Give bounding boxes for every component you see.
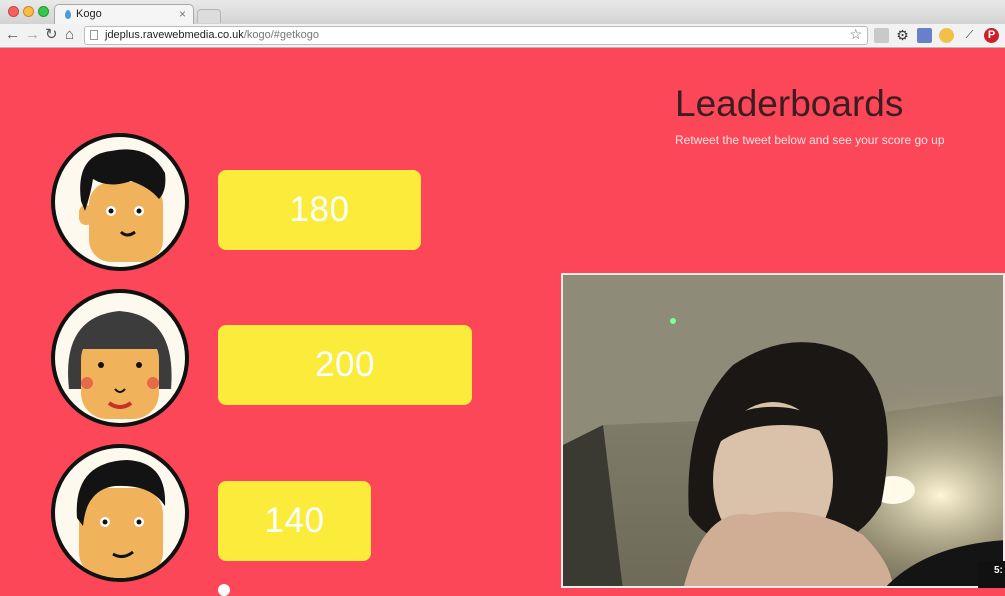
url-path: /kogo/#getkogo	[243, 29, 320, 41]
zoom-window-button[interactable]	[38, 6, 49, 17]
man-side-part-avatar	[51, 444, 189, 582]
reload-icon[interactable]: ↻	[45, 26, 58, 44]
back-icon[interactable]: ←	[5, 26, 20, 44]
url-text: jdeplus.ravewebmedia.co.uk/kogo/#getkogo	[105, 29, 319, 41]
address-bar[interactable]: jdeplus.ravewebmedia.co.uk/kogo/#getkogo…	[84, 26, 868, 45]
gear-icon[interactable]: ⚙	[895, 28, 910, 43]
close-window-button[interactable]	[8, 6, 19, 17]
boy-black-hair-avatar	[51, 133, 189, 271]
player-score: 180	[218, 170, 421, 250]
webcam-video-overlay	[561, 273, 1005, 588]
eyedropper-icon[interactable]: ⟋	[962, 28, 977, 43]
minimize-window-button[interactable]	[23, 6, 34, 17]
leaderboards-subtitle: Retweet the tweet below and see your sco…	[675, 133, 945, 147]
kogo-favicon-icon	[65, 10, 71, 19]
browser-toolbar: ← → ↻ ⌂ jdeplus.ravewebmedia.co.uk/kogo/…	[0, 24, 1005, 48]
php-extension-icon[interactable]	[917, 28, 932, 43]
page-icon	[90, 30, 98, 40]
url-host: jdeplus.ravewebmedia.co.uk	[105, 29, 244, 41]
leaderboards-heading: Leaderboards	[675, 83, 904, 124]
smiley-extension-icon[interactable]	[939, 28, 954, 43]
browser-tab[interactable]: Kogo ×	[54, 4, 194, 24]
video-timestamp: 5:	[978, 561, 1005, 588]
girl-bob-hair-avatar	[51, 289, 189, 427]
forward-icon[interactable]: →	[25, 26, 40, 44]
pinterest-icon[interactable]: P	[984, 28, 999, 43]
webcam-person-image	[563, 275, 1003, 586]
tab-close-icon[interactable]: ×	[179, 7, 186, 21]
bookmark-star-icon[interactable]: ☆	[849, 26, 862, 43]
player-score: 140	[218, 481, 371, 561]
tab-title: Kogo	[76, 8, 102, 20]
extension-icon[interactable]	[874, 28, 889, 43]
window-titlebar: Kogo ×	[0, 0, 1005, 24]
home-icon[interactable]: ⌂	[65, 26, 74, 44]
player-score: 200	[218, 325, 472, 405]
new-tab-button[interactable]	[197, 9, 221, 23]
scroll-indicator-dot	[218, 584, 230, 596]
